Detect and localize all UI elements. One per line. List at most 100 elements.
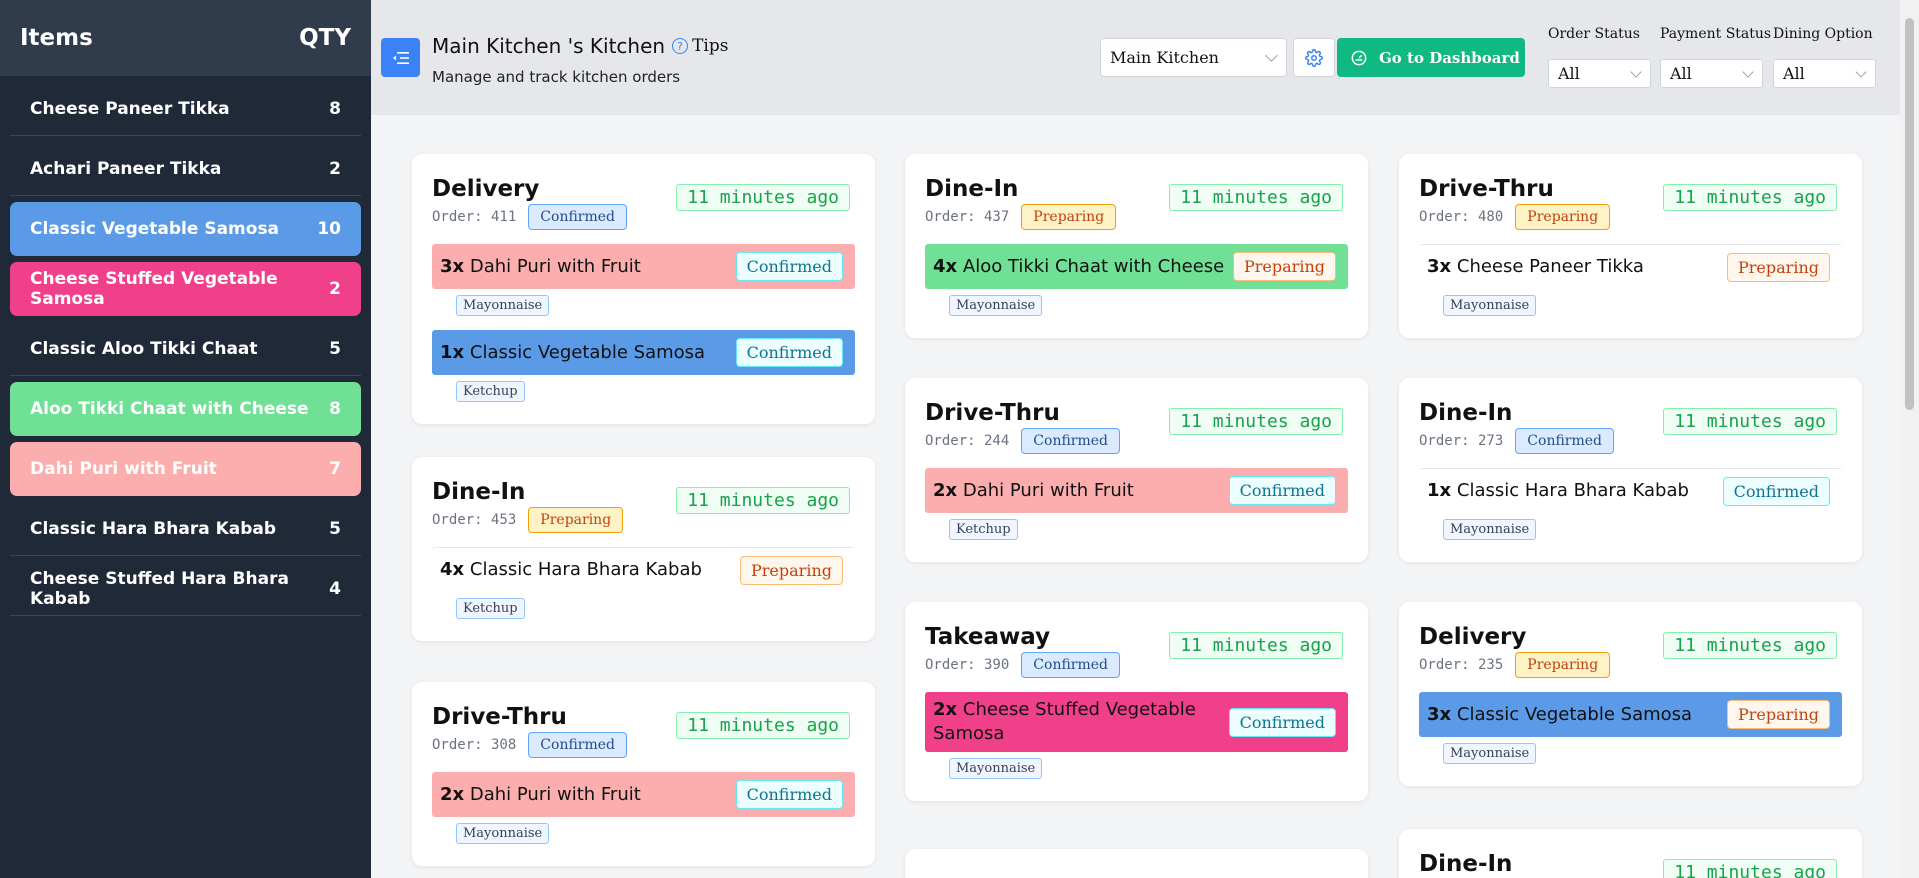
modifier-tag: Mayonnaise bbox=[456, 823, 550, 844]
line-item-status-button[interactable]: Confirmed bbox=[735, 780, 843, 809]
line-item-text: 3x Dahi Puri with Fruit bbox=[440, 255, 641, 279]
go-to-dashboard-button[interactable]: Go to Dashboard bbox=[1337, 38, 1525, 77]
help-icon[interactable]: ? bbox=[672, 38, 689, 54]
order-card[interactable]: Takeaway Order: 390 Confirmed 11 minutes ag… bbox=[905, 602, 1368, 801]
order-number: Order: 453 bbox=[432, 512, 517, 528]
modifier-row: Mayonnaise bbox=[1419, 513, 1842, 540]
order-line-item[interactable]: 1x Classic Hara Bhara Kabab Confirmed bbox=[1419, 468, 1842, 513]
modifier-tag: Mayonnaise bbox=[949, 295, 1043, 316]
line-item-qty: 3x bbox=[1427, 256, 1452, 277]
modifier-tag: Mayonnaise bbox=[949, 758, 1043, 779]
sidebar-item[interactable]: Classic Hara Bhara Kabab 5 bbox=[10, 502, 361, 556]
sidebar-item[interactable]: Cheese Paneer Tikka 8 bbox=[10, 82, 361, 136]
dining-option-select[interactable]: All bbox=[1773, 59, 1876, 88]
dining-option-value: All bbox=[1783, 64, 1805, 83]
order-line-item[interactable]: 3x Classic Vegetable Samosa Preparing bbox=[1419, 692, 1842, 737]
line-item-status-button[interactable]: Confirmed bbox=[1722, 476, 1830, 506]
sidebar-item-qty: 7 bbox=[329, 459, 341, 479]
sidebar-item[interactable]: Cheese Stuffed Vegetable Samosa 2 bbox=[10, 262, 361, 316]
kitchen-select-value: Main Kitchen bbox=[1110, 48, 1219, 67]
sidebar-item[interactable]: Achari Paneer Tikka 2 bbox=[10, 142, 361, 196]
gear-icon bbox=[1305, 48, 1323, 67]
order-card[interactable]: Dine-In Order: 273 Confirmed 11 minutes ago… bbox=[1399, 378, 1862, 562]
order-card[interactable]: Drive-Thru Order: 244 Confirmed 11 minutes … bbox=[905, 378, 1368, 562]
line-item-qty: 1x bbox=[1427, 480, 1452, 501]
order-card[interactable]: Delivery Order: 411 Confirmed 11 minutes ag… bbox=[412, 154, 875, 424]
sidebar-item[interactable]: Dahi Puri with Fruit 7 bbox=[10, 442, 361, 496]
modifier-row: Mayonnaise bbox=[1419, 737, 1842, 764]
sidebar-item-qty: 5 bbox=[329, 338, 341, 359]
order-card[interactable]: Dine-In 11 minutes ago bbox=[1399, 829, 1862, 878]
dashboard-button-label: Go to Dashboard bbox=[1379, 48, 1520, 67]
payment-status-select[interactable]: All bbox=[1660, 59, 1763, 88]
dining-option-label: Dining Option bbox=[1773, 26, 1873, 42]
order-status-select[interactable]: All bbox=[1548, 59, 1651, 88]
modifier-row: Mayonnaise bbox=[432, 289, 855, 316]
line-item-name: Classic Vegetable Samosa bbox=[469, 341, 706, 363]
order-line-item[interactable]: 2x Dahi Puri with Fruit Confirmed bbox=[925, 468, 1348, 513]
order-card-partial[interactable] bbox=[905, 849, 1368, 878]
kitchen-select[interactable]: Main Kitchen bbox=[1100, 38, 1287, 77]
line-item-status-button[interactable]: Confirmed bbox=[735, 252, 843, 281]
order-status-badge: Confirmed bbox=[1515, 428, 1615, 454]
sidebar-item[interactable]: Cheese Stuffed Hara Bhara Kabab 4 bbox=[10, 562, 361, 616]
order-elapsed-time: 11 minutes ago bbox=[676, 487, 850, 514]
line-item-qty: 3x bbox=[440, 255, 465, 277]
sidebar-item-qty: 10 bbox=[317, 219, 341, 239]
sidebar-item-qty: 8 bbox=[329, 98, 341, 119]
sidebar-header: Items QTY bbox=[0, 0, 371, 76]
sidebar-item-name: Dahi Puri with Fruit bbox=[30, 459, 217, 479]
order-number: Order: 437 bbox=[925, 209, 1010, 225]
order-number: Order: 244 bbox=[925, 433, 1010, 449]
sidebar-item-list: Cheese Paneer Tikka 8 Achari Paneer Tikka 2… bbox=[0, 82, 371, 616]
sidebar-item-name: Aloo Tikki Chaat with Cheese bbox=[30, 399, 309, 419]
order-line-item[interactable]: 4x Aloo Tikki Chaat with Cheese Preparing bbox=[925, 244, 1348, 289]
line-item-status-button[interactable]: Confirmed bbox=[1228, 707, 1336, 737]
modifier-row: Mayonnaise bbox=[925, 289, 1348, 316]
sidebar-item[interactable]: Classic Aloo Tikki Chaat 5 bbox=[10, 322, 361, 376]
page-title: Main Kitchen 's Kitchen bbox=[432, 34, 666, 58]
order-card[interactable]: Delivery Order: 235 Preparing 11 minutes ag… bbox=[1399, 602, 1862, 786]
modifier-tag: Ketchup bbox=[949, 519, 1018, 540]
line-item-status-button[interactable]: Preparing bbox=[1727, 252, 1830, 282]
page-header: Main Kitchen 's Kitchen ? Tips Manage an… bbox=[371, 0, 1900, 115]
sidebar-item-name: Cheese Paneer Tikka bbox=[30, 98, 230, 119]
line-item-status-button[interactable]: Preparing bbox=[740, 555, 843, 585]
page-subtitle: Manage and track kitchen orders bbox=[432, 68, 681, 86]
modifier-tag: Ketchup bbox=[456, 381, 525, 402]
order-line-item[interactable]: 2x Cheese Stuffed Vegetable Samosa Confir… bbox=[925, 692, 1348, 752]
line-item-qty: 1x bbox=[440, 341, 465, 363]
order-line-item[interactable]: 3x Cheese Paneer Tikka Preparing bbox=[1419, 244, 1842, 289]
toggle-sidebar-button[interactable] bbox=[381, 38, 420, 77]
order-elapsed-time: 11 minutes ago bbox=[1169, 408, 1343, 435]
order-line-item[interactable]: 1x Classic Vegetable Samosa Confirmed bbox=[432, 330, 855, 375]
modifier-tag: Mayonnaise bbox=[1443, 743, 1537, 764]
line-item-status-button[interactable]: Preparing bbox=[1233, 252, 1336, 281]
line-item-qty: 4x bbox=[440, 559, 465, 580]
order-line-item[interactable]: 2x Dahi Puri with Fruit Confirmed bbox=[432, 772, 855, 817]
page-scrollbar[interactable] bbox=[1900, 0, 1919, 878]
sidebar-item[interactable]: Classic Vegetable Samosa 10 bbox=[10, 202, 361, 256]
order-card[interactable]: Drive-Thru Order: 308 Confirmed 11 minutes … bbox=[412, 682, 875, 866]
dashboard-icon bbox=[1351, 50, 1367, 65]
order-status-badge: Confirmed bbox=[1021, 652, 1121, 678]
order-number: Order: 390 bbox=[925, 657, 1010, 673]
order-card[interactable]: Dine-In Order: 437 Preparing 11 minutes ago… bbox=[905, 154, 1368, 338]
line-item-status-button[interactable]: Confirmed bbox=[1228, 476, 1336, 505]
order-card[interactable]: Drive-Thru Order: 480 Preparing 11 minutes … bbox=[1399, 154, 1862, 338]
sidebar-item-name: Cheese Stuffed Hara Bhara Kabab bbox=[30, 568, 289, 609]
sidebar-header-label: Items bbox=[20, 25, 93, 51]
line-item-text: 3x Cheese Paneer Tikka bbox=[1427, 255, 1644, 279]
line-item-status-button[interactable]: Confirmed bbox=[735, 338, 843, 367]
sidebar-item[interactable]: Aloo Tikki Chaat with Cheese 8 bbox=[10, 382, 361, 436]
settings-button[interactable] bbox=[1293, 38, 1335, 77]
line-item-name: Classic Vegetable Samosa bbox=[1456, 703, 1693, 725]
order-number: Order: 235 bbox=[1419, 657, 1504, 673]
order-card[interactable]: Dine-In Order: 453 Preparing 11 minutes ago… bbox=[412, 457, 875, 641]
line-item-status-button[interactable]: Preparing bbox=[1727, 700, 1830, 729]
order-line-item[interactable]: 4x Classic Hara Bhara Kabab Preparing bbox=[432, 547, 855, 592]
menu-icon bbox=[392, 51, 409, 64]
tips-link[interactable]: Tips bbox=[692, 36, 728, 56]
scrollbar-thumb[interactable] bbox=[1905, 18, 1914, 410]
order-line-item[interactable]: 3x Dahi Puri with Fruit Confirmed bbox=[432, 244, 855, 289]
